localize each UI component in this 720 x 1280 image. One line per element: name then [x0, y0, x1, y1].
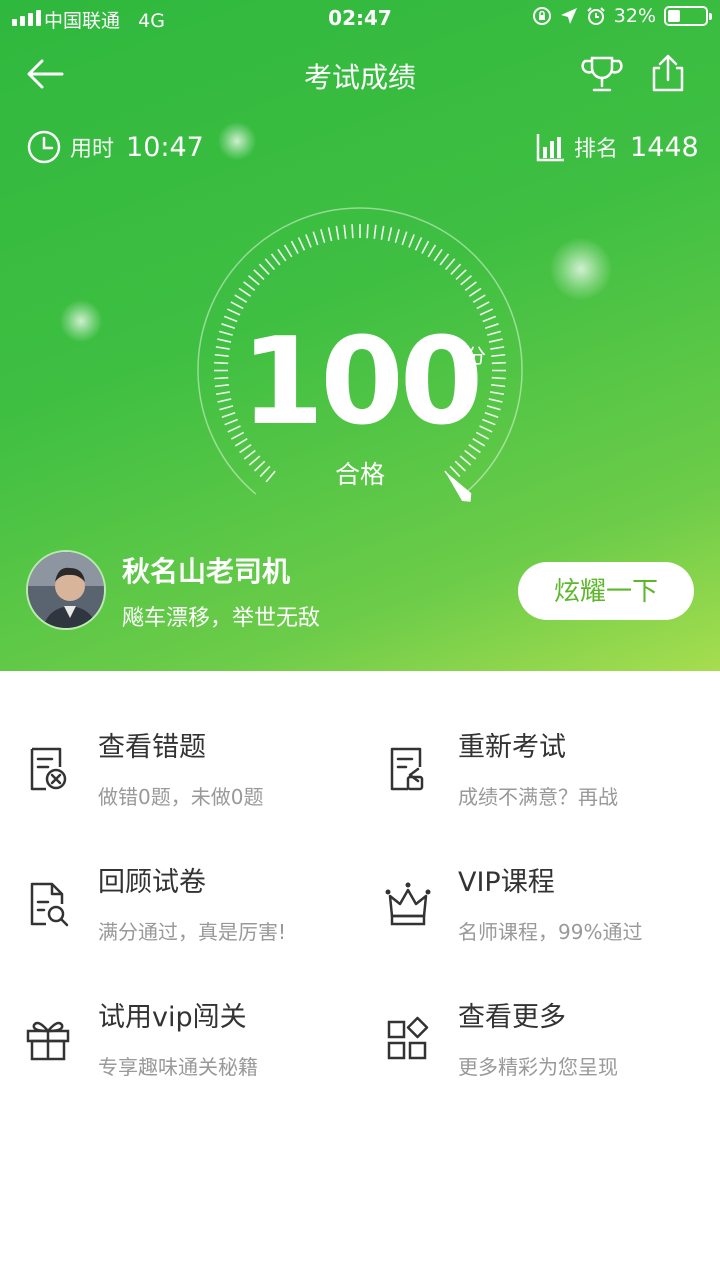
avatar[interactable] [26, 550, 106, 630]
retake-exam-icon [390, 747, 424, 791]
gauge-tick [476, 301, 490, 310]
bokeh-light [60, 300, 102, 342]
gauge-tick [335, 225, 340, 240]
bar-chart-icon [536, 134, 564, 162]
menu-item-title: 回顾试卷 [98, 867, 206, 898]
brag-button[interactable]: 炫耀一下 [518, 562, 694, 620]
battery-icon [664, 6, 712, 26]
gauge-tick [455, 269, 467, 280]
gauge-tick [468, 287, 482, 297]
share-button[interactable] [646, 52, 690, 96]
more-grid-icon [387, 1016, 429, 1060]
review-paper-icon [30, 882, 69, 927]
gauge-tick [366, 224, 369, 239]
user-photo-icon [28, 552, 104, 628]
gauge-tick [373, 224, 377, 239]
clock-icon [27, 130, 61, 164]
gauge-tick [283, 244, 293, 258]
gauge-tick [290, 240, 299, 254]
time-used-value: 10:47 [126, 131, 204, 163]
gauge-tick [421, 240, 430, 254]
battery-percent: 32% [613, 5, 656, 27]
gauge-tick [248, 275, 260, 286]
gauge-tick [327, 227, 333, 242]
score-header: 中国联通 4G 02:47 32% 考试成绩 用时 10:47 排名 1448 … [0, 0, 720, 671]
score-value: 100 [240, 313, 484, 452]
gift-icon [26, 1021, 70, 1061]
gauge-tick [234, 294, 248, 303]
gauge-tick [464, 281, 477, 291]
gauge-tick [238, 287, 252, 297]
arrow-left-icon [27, 59, 64, 89]
pass-status: 合格 [334, 460, 385, 489]
time-used-stat: 用时 10:47 [26, 128, 204, 166]
gauge-tick [445, 258, 456, 271]
menu-item-title: 重新考试 [458, 732, 566, 763]
gauge-tick [264, 258, 275, 271]
score-unit: 分 [466, 344, 486, 368]
back-button[interactable] [22, 52, 68, 96]
gauge-tick [230, 301, 244, 310]
menu-item-vip-course[interactable]: VIP课程 名师课程，99%通过 [360, 806, 720, 944]
gauge-tick [450, 263, 462, 275]
gauge-tick [270, 253, 281, 266]
gauge-tick [226, 308, 241, 316]
gauge-tick [408, 234, 415, 248]
user-motto: 飚车漂移，举世无敌 [122, 606, 321, 631]
gauge-tick [277, 248, 287, 262]
nav-bar: 考试成绩 [0, 44, 720, 104]
menu-item-title: VIP课程 [458, 867, 555, 898]
gauge-tick [343, 224, 347, 239]
rank-value: 1448 [630, 131, 699, 163]
gauge-tick [479, 308, 494, 316]
gauge-tick [427, 244, 437, 258]
menu-item-review-paper[interactable]: 回顾试卷 满分通过，真是厉害! [0, 806, 360, 944]
gauge-tick [460, 275, 472, 286]
status-bar: 中国联通 4G 02:47 32% [0, 0, 720, 38]
gauge-tick [320, 229, 326, 244]
menu-item-subtitle: 更多精彩为您呈现 [458, 1055, 618, 1079]
rank-label: 排名 [574, 137, 619, 162]
bokeh-light [218, 122, 256, 160]
rank-stat: 排名 1448 [536, 128, 699, 166]
gauge-tick [433, 248, 443, 262]
time-used-label: 用时 [70, 137, 115, 162]
trophy-button[interactable] [580, 52, 624, 96]
gauge-tick [297, 237, 306, 251]
gauge-tick [253, 269, 265, 280]
gauge-tick [312, 231, 319, 246]
trophy-icon [581, 56, 623, 92]
user-name: 秋名山老司机 [122, 555, 291, 588]
gauge-tick [243, 281, 256, 291]
gauge-tick [387, 227, 393, 242]
location-arrow-icon [560, 8, 577, 24]
orientation-lock-icon [532, 7, 551, 25]
gauge-tick [305, 234, 312, 248]
menu-item-title: 试用vip闯关 [98, 1002, 247, 1033]
gauge-tick [401, 231, 408, 246]
gauge-tick [258, 263, 270, 275]
share-icon [652, 54, 684, 92]
gauge-tick [380, 225, 385, 240]
gauge-tick [351, 224, 354, 239]
menu-item-title: 查看更多 [458, 1002, 566, 1033]
gauge-tick [394, 229, 400, 244]
menu-item-vip-trial[interactable]: 试用vip闯关 专享趣味通关秘籍 [0, 941, 360, 1079]
gauge-tick [439, 253, 450, 266]
alarm-icon [587, 7, 605, 25]
wrong-answers-icon [30, 747, 67, 791]
menu-item-title: 查看错题 [98, 732, 206, 763]
menu-item-see-more[interactable]: 查看更多 更多精彩为您呈现 [360, 941, 720, 1079]
menu-item-retake-exam[interactable]: 重新考试 成绩不满意？再战 [360, 671, 720, 809]
gauge-tick [414, 237, 423, 251]
menu-item-subtitle: 专享趣味通关秘籍 [98, 1055, 258, 1079]
gauge-tick [472, 294, 486, 303]
menu-item-wrong-answers[interactable]: 查看错题 做错0题，未做0题 [0, 671, 360, 809]
crown-icon [385, 882, 431, 926]
